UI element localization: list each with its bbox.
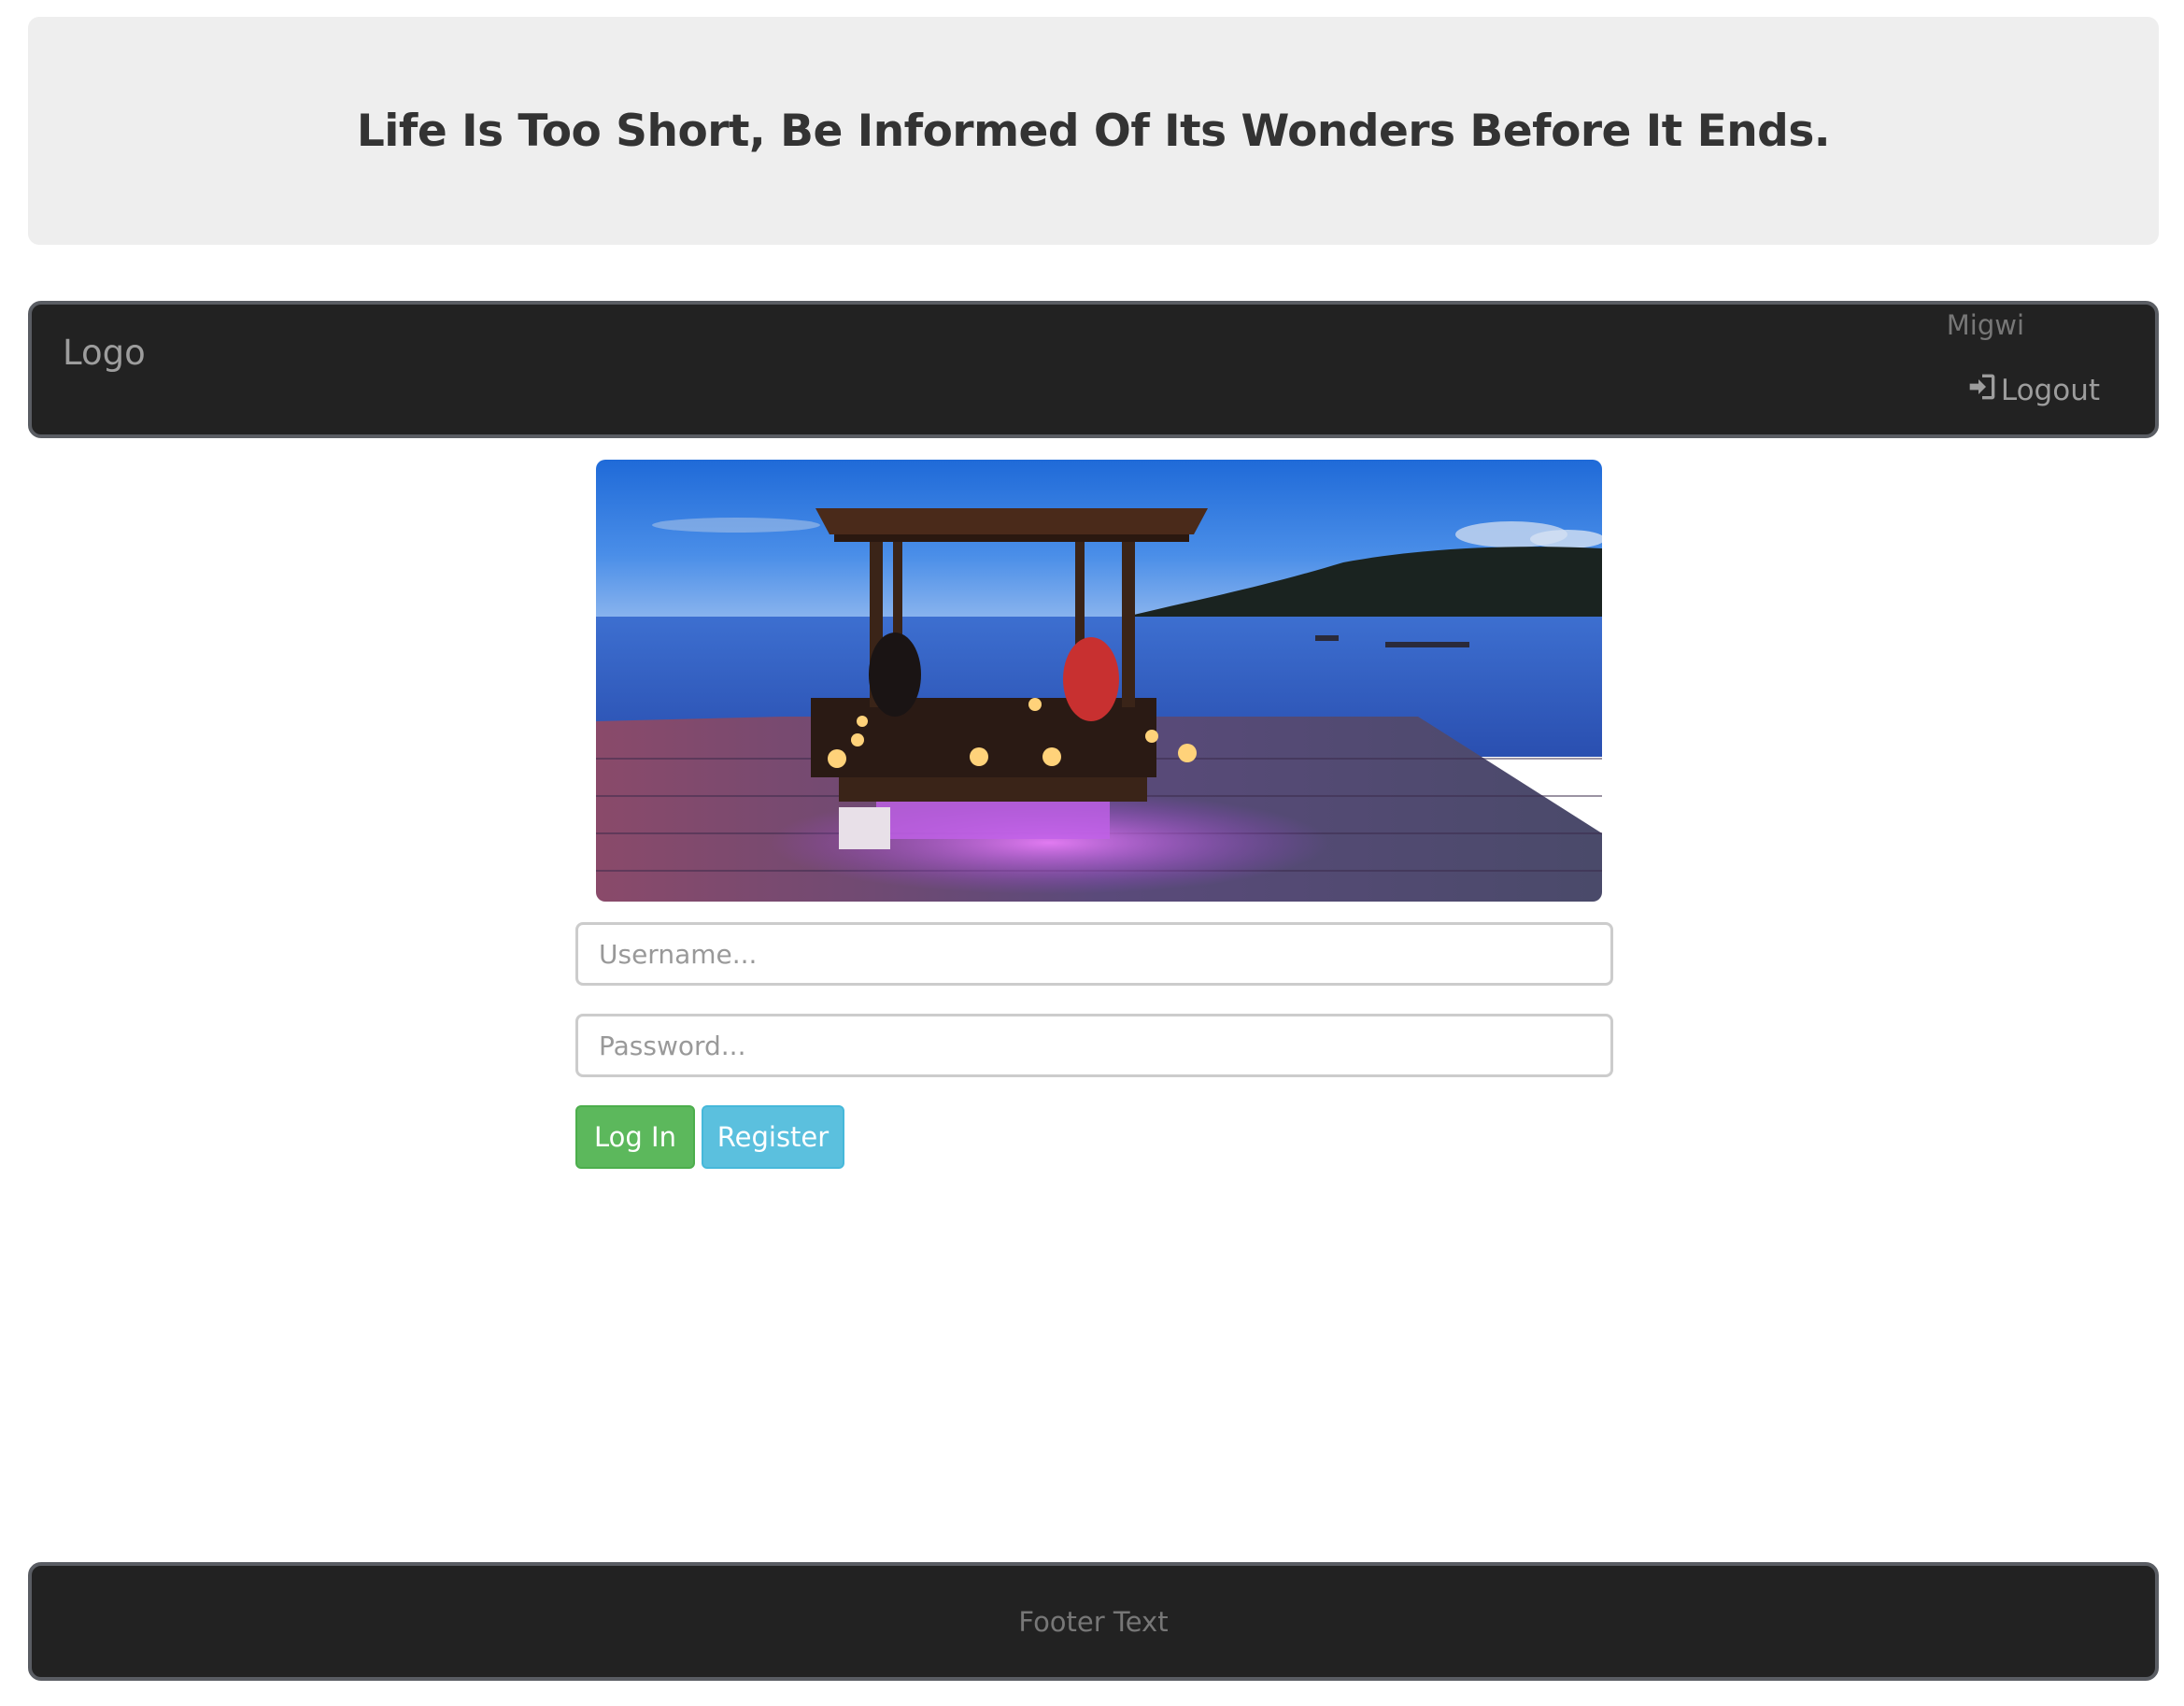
footer-text: Footer Text bbox=[1018, 1605, 1169, 1638]
top-navbar: Logo Migwi Logout bbox=[28, 301, 2159, 438]
username-input[interactable] bbox=[575, 922, 1613, 986]
sign-in-icon bbox=[1967, 372, 1997, 409]
logout-label: Logout bbox=[2000, 374, 2100, 407]
register-button[interactable]: Register bbox=[702, 1105, 844, 1169]
password-input[interactable] bbox=[575, 1014, 1613, 1077]
logout-link[interactable]: Logout bbox=[1967, 372, 2100, 409]
page-footer: Footer Text bbox=[28, 1562, 2159, 1681]
page-headline: Life Is Too Short, Be Informed Of Its Wo… bbox=[356, 105, 1831, 157]
navbar-username: Migwi bbox=[1946, 309, 2024, 341]
header-banner: Life Is Too Short, Be Informed Of Its Wo… bbox=[28, 17, 2159, 245]
navbar-logo[interactable]: Logo bbox=[63, 333, 146, 373]
hero-photo bbox=[596, 460, 1602, 902]
login-button[interactable]: Log In bbox=[575, 1105, 695, 1169]
